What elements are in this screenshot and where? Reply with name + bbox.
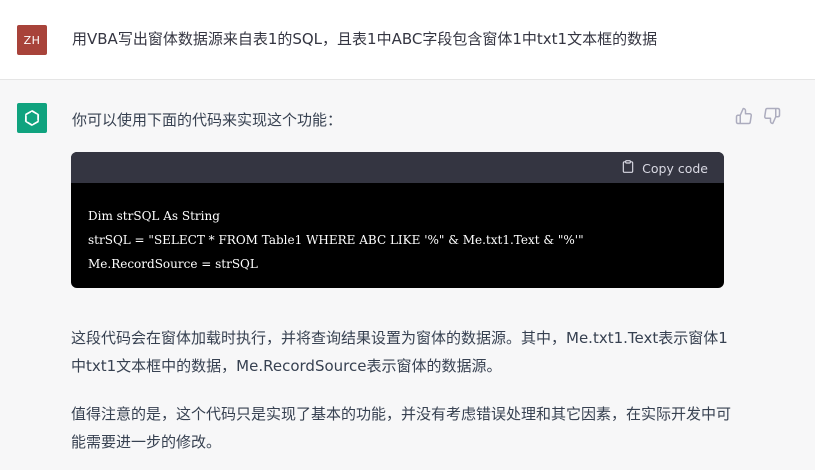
code-block: Copy code Dim strSQL As String strSQL = … (71, 152, 724, 288)
copy-code-button[interactable]: Copy code (621, 159, 708, 177)
code-block-header: Copy code (71, 152, 724, 183)
openai-logo-icon (17, 103, 47, 133)
thumbs-down-icon[interactable] (763, 107, 781, 125)
code-line: Me.RecordSource = strSQL (88, 257, 258, 271)
code-line: Dim strSQL As String (88, 209, 220, 223)
thumbs-up-icon[interactable] (735, 107, 753, 125)
code-line: strSQL = "SELECT * FROM Table1 WHERE ABC… (88, 233, 584, 247)
copy-code-label: Copy code (642, 160, 708, 176)
assistant-paragraph: 这段代码会在窗体加载时执行，并将查询结果设置为窗体的数据源。其中，Me.txt1… (71, 329, 728, 375)
user-avatar: ZH (17, 25, 47, 55)
assistant-message-row: 你可以使用下面的代码来实现这个功能： Copy code Dim strSQL (0, 80, 815, 470)
code-content: Dim strSQL As String strSQL = "SELECT * … (71, 183, 724, 276)
assistant-paragraph: 值得注意的是，这个代码只是实现了基本的功能，并没有考虑错误处理和其它因素，在实际… (71, 405, 732, 451)
clipboard-icon (621, 159, 635, 177)
user-message-row: ZH 用VBA写出窗体数据源来自表1的SQL，且表1中ABC字段包含窗体1中tx… (0, 0, 815, 80)
assistant-intro-text: 你可以使用下面的代码来实现这个功能： (72, 111, 343, 129)
user-message-text: 用VBA写出窗体数据源来自表1的SQL，且表1中ABC字段包含窗体1中txt1文… (72, 30, 658, 48)
